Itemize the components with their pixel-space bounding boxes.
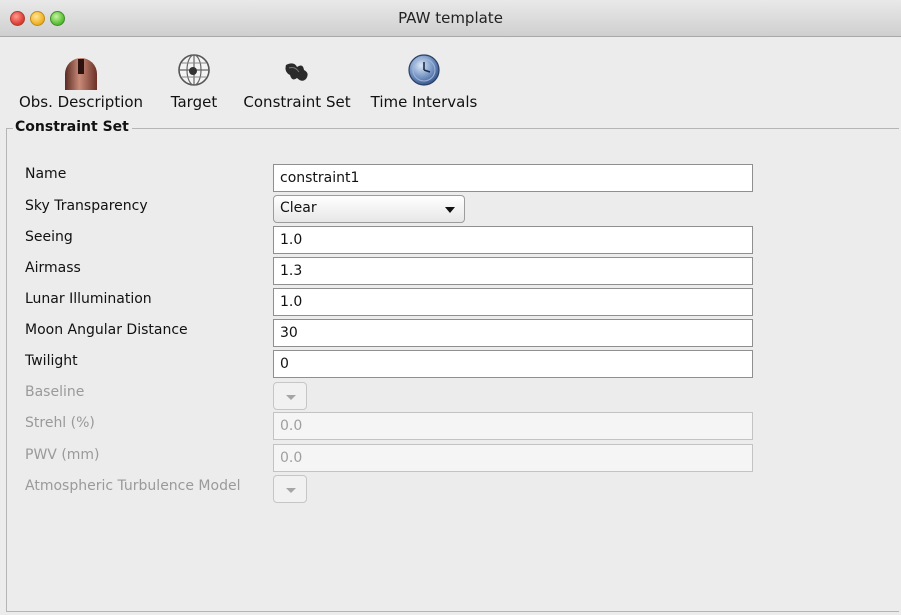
pwv-field[interactable] — [273, 444, 753, 472]
name-field[interactable] — [273, 164, 753, 192]
toolbar-label: Constraint Set — [243, 93, 351, 111]
sky-transparency-select[interactable]: Clear — [273, 195, 465, 223]
pwv-label: PWV (mm) — [25, 447, 100, 463]
atmospheric-turbulence-model-label: Atmospheric Turbulence Model — [25, 478, 241, 494]
clock-icon — [408, 54, 440, 86]
dropdown-arrow-icon — [286, 395, 296, 400]
airmass-field[interactable] — [273, 257, 753, 285]
lunar-illumination-field[interactable] — [273, 288, 753, 316]
telescope-dome-icon — [65, 58, 97, 90]
twilight-label: Twilight — [25, 353, 78, 369]
moon-angular-distance-label: Moon Angular Distance — [25, 322, 188, 338]
toolbar-constraint-set-button[interactable]: Constraint Set — [238, 47, 356, 111]
strehl-field[interactable] — [273, 412, 753, 440]
airmass-label: Airmass — [25, 260, 81, 276]
sky-transparency-value: Clear — [280, 200, 317, 216]
name-label: Name — [25, 166, 67, 182]
lunar-illumination-label: Lunar Illumination — [25, 291, 152, 307]
toolbar-obs-description-button[interactable]: Obs. Description — [12, 47, 150, 111]
toolbar-label: Time Intervals — [370, 93, 478, 111]
twilight-field[interactable] — [273, 350, 753, 378]
toolbar-label: Target — [170, 93, 218, 111]
dropdown-arrow-icon — [286, 488, 296, 493]
strehl-label: Strehl (%) — [25, 415, 95, 431]
dropdown-arrow-icon — [445, 207, 455, 213]
group-title: Constraint Set — [13, 119, 132, 135]
app-window: PAW template Obs. Description Target Con… — [0, 0, 901, 615]
window-title: PAW template — [398, 9, 503, 27]
toolbar-time-intervals-button[interactable]: Time Intervals — [364, 47, 484, 111]
toolbar: Obs. Description Target Constraint Set T… — [0, 37, 901, 117]
baseline-label: Baseline — [25, 384, 85, 400]
title-bar: PAW template — [0, 0, 901, 37]
toolbar-label: Obs. Description — [18, 93, 144, 111]
sky-transparency-label: Sky Transparency — [25, 198, 148, 214]
seeing-label: Seeing — [25, 229, 73, 245]
globe-icon — [178, 54, 210, 86]
baseline-select[interactable] — [273, 382, 307, 410]
moon-angular-distance-field[interactable] — [273, 319, 753, 347]
cloud-icon — [285, 63, 308, 81]
atmospheric-turbulence-model-select[interactable] — [273, 475, 307, 503]
toolbar-target-button[interactable]: Target — [155, 47, 233, 111]
seeing-field[interactable] — [273, 226, 753, 254]
